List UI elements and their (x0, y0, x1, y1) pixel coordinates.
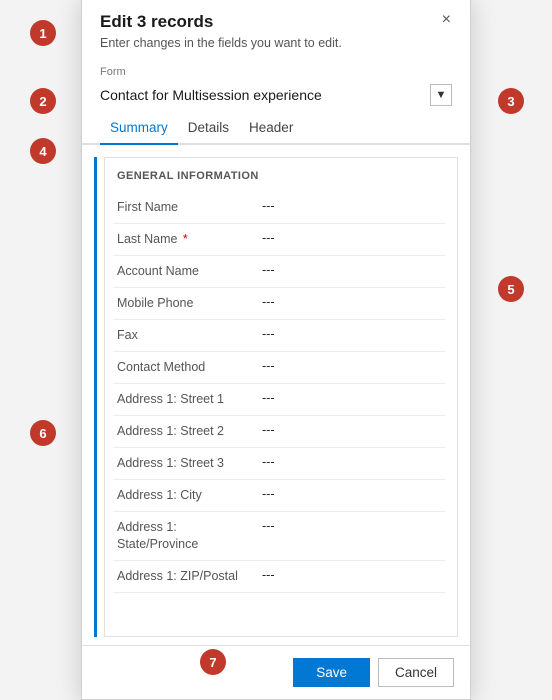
field-label-firstname: First Name (117, 199, 262, 216)
field-value-lastname: --- (262, 231, 441, 245)
form-name: Contact for Multisession experience (100, 87, 422, 103)
dialog-title: Edit 3 records (100, 12, 452, 32)
left-border-indicator (94, 157, 100, 637)
field-row-firstname: First Name --- (113, 192, 445, 224)
field-value-contactmethod: --- (262, 359, 441, 373)
field-row-contactmethod: Contact Method --- (113, 352, 445, 384)
field-row-mobilephone: Mobile Phone --- (113, 288, 445, 320)
annotation-5: 5 (498, 276, 524, 302)
field-value-zip: --- (262, 568, 441, 582)
field-label-street2: Address 1: Street 2 (117, 423, 262, 440)
dialog-subtitle: Enter changes in the fields you want to … (100, 36, 452, 50)
field-label-zip: Address 1: ZIP/Postal (117, 568, 262, 585)
field-label-fax: Fax (117, 327, 262, 344)
cancel-button[interactable]: Cancel (378, 658, 454, 687)
field-label-city: Address 1: City (117, 487, 262, 504)
dialog-header: Edit 3 records Enter changes in the fiel… (82, 0, 470, 60)
field-value-accountname: --- (262, 263, 441, 277)
field-row-street2: Address 1: Street 2 --- (113, 416, 445, 448)
field-label-street3: Address 1: Street 3 (117, 455, 262, 472)
form-content: GENERAL INFORMATION First Name --- Last … (104, 157, 458, 637)
dialog-footer: Save Cancel (82, 645, 470, 699)
annotation-2: 2 (30, 88, 56, 114)
field-label-state: Address 1: State/Province (117, 519, 262, 553)
field-row-city: Address 1: City --- (113, 480, 445, 512)
content-area: GENERAL INFORMATION First Name --- Last … (82, 145, 470, 637)
annotation-4: 4 (30, 138, 56, 164)
field-row-fax: Fax --- (113, 320, 445, 352)
annotation-3: 3 (498, 88, 524, 114)
required-indicator-lastname: * (179, 232, 187, 246)
section-title: GENERAL INFORMATION (113, 170, 445, 182)
form-name-row: Contact for Multisession experience ▼ (82, 80, 470, 114)
field-value-city: --- (262, 487, 441, 501)
close-button[interactable]: × (437, 10, 456, 30)
field-label-accountname: Account Name (117, 263, 262, 280)
tab-summary[interactable]: Summary (100, 114, 178, 145)
field-row-street1: Address 1: Street 1 --- (113, 384, 445, 416)
field-row-zip: Address 1: ZIP/Postal --- (113, 561, 445, 593)
field-row-lastname: Last Name * --- (113, 224, 445, 256)
field-row-state: Address 1: State/Province --- (113, 512, 445, 561)
save-button[interactable]: Save (293, 658, 370, 687)
field-value-street1: --- (262, 391, 441, 405)
field-value-street3: --- (262, 455, 441, 469)
field-label-street1: Address 1: Street 1 (117, 391, 262, 408)
field-label-contactmethod: Contact Method (117, 359, 262, 376)
field-row-accountname: Account Name --- (113, 256, 445, 288)
field-label-mobilephone: Mobile Phone (117, 295, 262, 312)
field-value-mobilephone: --- (262, 295, 441, 309)
tab-details[interactable]: Details (178, 114, 239, 145)
field-value-fax: --- (262, 327, 441, 341)
field-label-lastname: Last Name * (117, 231, 262, 248)
field-value-firstname: --- (262, 199, 441, 213)
form-selector-button[interactable]: ▼ (430, 84, 452, 106)
field-value-state: --- (262, 519, 441, 533)
annotation-6: 6 (30, 420, 56, 446)
form-label: Form (82, 60, 470, 80)
field-value-street2: --- (262, 423, 441, 437)
field-row-street3: Address 1: Street 3 --- (113, 448, 445, 480)
dialog: Edit 3 records Enter changes in the fiel… (81, 0, 471, 700)
tabs-bar: Summary Details Header (82, 114, 470, 145)
tab-header[interactable]: Header (239, 114, 303, 145)
annotation-1: 1 (30, 20, 56, 46)
